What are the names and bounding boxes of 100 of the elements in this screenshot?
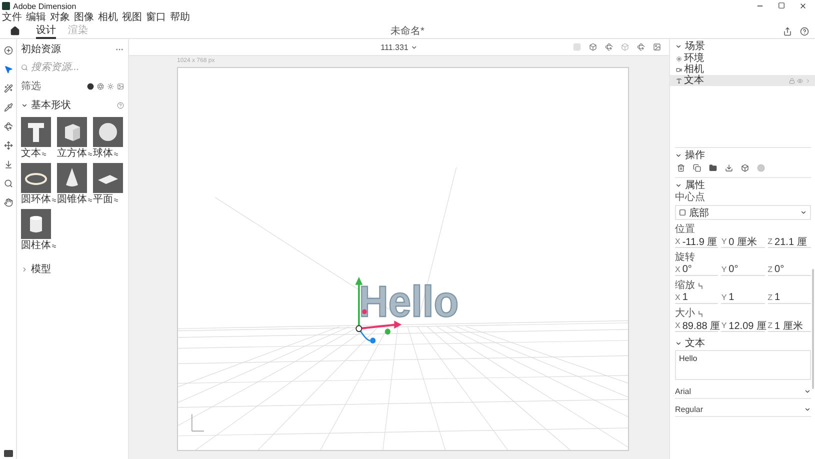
image-icon[interactable] [117,82,124,90]
shape-label: 立方体 [57,148,87,159]
shape-thumbnail[interactable] [93,163,123,193]
section-title[interactable]: 基本形状 [31,98,114,112]
light-icon[interactable] [107,82,114,90]
section-title[interactable]: 操作 [685,148,705,162]
help-icon[interactable] [800,26,809,36]
shape-thumbnail[interactable] [21,117,51,147]
number-field[interactable]: X 0° [675,264,718,276]
approx-icon [114,198,118,202]
download-icon[interactable] [725,164,733,172]
approx-icon [88,198,92,202]
scene-item[interactable]: 相机 [670,64,815,75]
aperture-icon[interactable] [97,82,104,90]
menu-item[interactable]: 编辑 [26,12,46,24]
camera-icon [676,66,682,72]
search-icon [21,64,28,71]
folder-icon[interactable] [709,164,717,172]
move-icon[interactable] [2,139,14,152]
home-icon[interactable] [10,26,20,36]
number-field[interactable]: Z 21.1 厘 [768,236,811,248]
number-field[interactable]: Y 1 [721,292,765,304]
add-icon[interactable] [2,44,14,57]
chevron-down-icon[interactable] [675,42,682,50]
section-title[interactable]: 文本 [685,336,705,350]
shape-thumbnail[interactable] [21,209,51,239]
maximize-icon[interactable] [778,2,785,10]
menu-item[interactable]: 视图 [122,12,142,24]
approx-icon [42,152,46,156]
section-title[interactable]: 属性 [685,178,705,192]
shape-thumbnail[interactable] [21,163,51,193]
orbit-icon[interactable] [2,120,14,133]
shape-label: 球体 [93,148,113,159]
search-field[interactable]: 搜索资源... [31,62,111,73]
field-label: 中心点 [675,192,706,204]
number-field[interactable]: Y 0 厘米 [721,236,765,248]
approx-icon [52,198,56,202]
chevron-down-icon[interactable] [675,182,682,188]
image-icon[interactable] [653,43,661,51]
style-dropdown[interactable]: Regular [675,402,811,417]
number-field[interactable]: X 89.88 厘 [675,320,718,332]
chevron-down-icon[interactable] [675,152,682,158]
pivot-dropdown[interactable]: 底部 [675,205,811,220]
scene-item[interactable]: 环境 [670,53,815,64]
chevron-down-icon[interactable] [21,102,28,108]
approx-icon [114,152,118,156]
shape-label: 圆锥体 [57,194,87,205]
menu-item[interactable]: 文件 [2,12,22,24]
text-icon [676,78,682,84]
rotate-icon[interactable] [637,43,645,51]
field-label: 旋转 [675,252,695,264]
section-title[interactable]: 模型 [31,262,124,276]
chevron-down-icon [804,388,811,394]
number-field[interactable]: Z 1 厘米 [768,320,811,332]
menu-item[interactable]: 对象 [50,12,70,24]
field-label: 位置 [675,224,695,236]
window-title: Adobe Dimension [13,2,78,10]
text-input[interactable]: Hello [675,350,811,380]
filter-label: 筛选 [21,80,42,93]
shape-thumbnail[interactable] [93,117,123,147]
menu-item[interactable]: 帮助 [170,12,190,24]
zoom-dropdown[interactable]: 111.331 [380,42,418,52]
number-field[interactable]: X -11.9 厘 [675,236,718,248]
chevron-down-icon [804,406,811,412]
trash-icon[interactable] [677,164,685,172]
approx-icon [52,244,56,248]
shape-thumbnail[interactable] [57,163,87,193]
field-label: 缩放 [675,280,695,292]
number-field[interactable]: X 1 [675,292,718,304]
chevron-right-icon[interactable] [21,266,28,272]
number-field[interactable]: Y 12.09 厘 [721,320,765,332]
shape-label: 圆环体 [21,194,51,205]
copy-icon[interactable] [693,164,701,172]
menu-item[interactable]: 窗口 [146,12,166,24]
menu-item[interactable]: 相机 [98,12,118,24]
menu-item[interactable]: 图像 [74,12,94,24]
font-dropdown[interactable]: Arial [675,384,811,399]
number-field[interactable]: Y 0° [721,264,765,276]
box-icon[interactable] [741,164,749,172]
box-icon[interactable] [589,43,597,51]
tab[interactable]: 设计 [36,24,56,38]
chevron-down-icon[interactable] [675,340,682,346]
wand-icon[interactable] [2,82,14,95]
field-label: 大小 [675,308,695,320]
approx-icon [88,152,92,156]
hand-icon[interactable] [2,196,14,209]
shape-label: 圆柱体 [21,240,51,251]
rotate-icon[interactable] [605,43,613,51]
sun-icon [676,56,682,62]
panel-toggle-icon[interactable] [4,450,12,457]
shape-thumbnail[interactable] [57,117,87,147]
close-icon[interactable] [799,2,807,10]
number-field[interactable]: Z 0° [768,264,811,276]
panel-title: 初始资源 [21,42,62,56]
share-icon[interactable] [783,26,792,36]
number-field[interactable]: Z 1 [768,292,811,304]
chevron-down-icon [410,44,418,50]
section-title[interactable]: 场景 [685,39,705,53]
square-icon [679,209,686,216]
chevron-down-icon [800,209,807,216]
